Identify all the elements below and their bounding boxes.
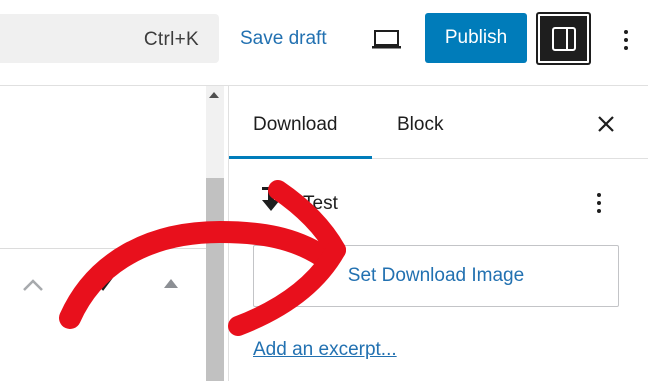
triangle-up-icon[interactable] — [164, 279, 178, 288]
chevron-up-icon[interactable] — [22, 278, 44, 292]
command-shortcut-label: Ctrl+K — [143, 29, 199, 50]
options-menu-button[interactable] — [612, 22, 640, 58]
scrollbar-thumb[interactable] — [206, 178, 224, 381]
dot — [624, 38, 628, 42]
editor-canvas — [0, 86, 228, 381]
dot — [597, 209, 601, 213]
laptop-icon — [372, 30, 401, 49]
dot — [624, 30, 628, 34]
editor-top-bar: Ctrl+K Save draft Publish — [0, 0, 648, 86]
add-excerpt-link[interactable]: Add an excerpt... — [253, 339, 397, 361]
download-icon — [262, 187, 280, 211]
checkmark-icon[interactable] — [96, 274, 114, 292]
preview-button[interactable] — [364, 22, 410, 58]
dot — [624, 46, 628, 50]
settings-sidebar: Download Block Test Set Download Image A… — [228, 86, 648, 381]
block-options-button[interactable] — [589, 188, 609, 218]
sidebar-tabs: Download Block — [229, 86, 648, 159]
publish-button[interactable]: Publish — [425, 13, 527, 63]
save-draft-button[interactable]: Save draft — [240, 28, 327, 50]
divider — [0, 248, 206, 249]
dot — [597, 193, 601, 197]
tab-download[interactable]: Download — [253, 114, 338, 136]
tab-block[interactable]: Block — [397, 114, 443, 136]
sidebar-toggle-icon — [551, 26, 576, 51]
download-panel: Test Set Download Image Add an excerpt..… — [229, 160, 648, 381]
scroll-up-arrow[interactable] — [209, 92, 219, 98]
set-download-image-button[interactable]: Set Download Image — [253, 245, 619, 307]
command-palette-button[interactable]: Ctrl+K — [0, 14, 219, 63]
download-title: Test — [303, 193, 338, 214]
close-icon[interactable] — [593, 111, 619, 137]
settings-toggle-button[interactable] — [536, 12, 591, 65]
active-tab-indicator — [229, 156, 372, 159]
dot — [597, 201, 601, 205]
